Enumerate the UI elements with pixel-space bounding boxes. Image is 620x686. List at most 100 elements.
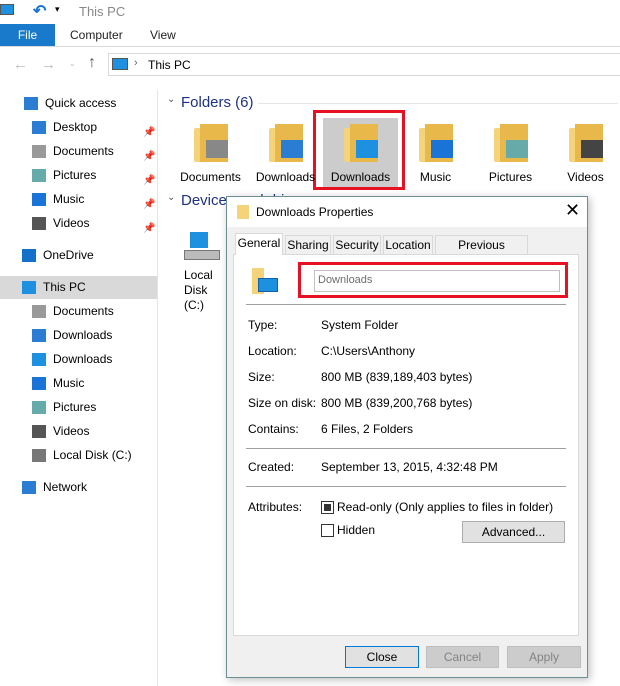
property-label: Size: — [248, 370, 275, 384]
computer-icon — [0, 4, 14, 15]
download-icon — [32, 329, 46, 342]
folder-label: Documents — [180, 170, 241, 184]
tab-previous-versions[interactable]: Previous Versions — [435, 235, 528, 271]
nav-item-label: Local Disk (C:) — [53, 448, 132, 462]
apply-button[interactable]: Apply — [507, 646, 581, 668]
nav-item-label: Pictures — [53, 168, 97, 182]
nav-item[interactable]: Quick access — [0, 92, 157, 115]
readonly-checkbox[interactable] — [321, 501, 334, 514]
nav-item-label: Downloads — [53, 352, 113, 366]
nav-item[interactable]: Downloads — [0, 348, 157, 371]
address-path: This PC — [148, 58, 191, 72]
nav-item-label: Videos — [53, 424, 90, 438]
nav-item[interactable]: Music — [0, 372, 157, 395]
navigation-pane[interactable]: Quick access Desktop 📌 Documents 📌 Pictures 📌 M… — [0, 90, 158, 686]
undo-icon[interactable]: ↶ — [33, 1, 46, 21]
cancel-button[interactable]: Cancel — [426, 646, 499, 668]
recent-dropdown[interactable]: ⌄ — [69, 59, 76, 68]
windows-logo-icon — [190, 232, 208, 248]
drive-icon — [32, 449, 46, 462]
documents-icon — [205, 140, 228, 158]
collapse-icon[interactable]: ⌄ — [167, 94, 175, 105]
folder-label: Videos — [567, 170, 604, 184]
property-label: Location: — [248, 344, 297, 358]
folder-item[interactable]: Pictures — [473, 118, 548, 184]
attributes-label: Attributes: — [248, 500, 303, 514]
dialog-title-bar: Downloads Properties ✕ — [227, 197, 587, 227]
property-value: C:\Users\Anthony — [321, 344, 416, 358]
folder-icon — [343, 124, 378, 162]
nav-item[interactable]: Documents 📌 — [0, 140, 157, 163]
documents-icon — [32, 305, 46, 318]
highlight-box — [298, 262, 568, 298]
folder-item[interactable]: Videos — [548, 118, 620, 184]
address-bar[interactable]: › This PC — [108, 53, 620, 76]
tab-file[interactable]: File — [0, 24, 55, 46]
folder-item[interactable]: Documents — [173, 118, 248, 184]
folder-icon — [268, 124, 303, 162]
properties-dialog: Downloads Properties ✕ General Sharing S… — [226, 196, 588, 678]
folder-label: Downloads — [330, 170, 391, 184]
nav-item-label: Music — [53, 192, 85, 206]
nav-item-label: Network — [43, 480, 88, 494]
property-value: 800 MB (839,189,403 bytes) — [321, 370, 473, 384]
nav-item-label: Downloads — [53, 328, 113, 342]
nav-item[interactable]: Desktop 📌 — [0, 116, 157, 139]
up-button[interactable]: ↑ — [88, 54, 96, 72]
chevron-right-icon: › — [134, 57, 138, 69]
collapse-icon[interactable]: ⌄ — [167, 192, 175, 203]
tab-computer[interactable]: Computer — [70, 24, 123, 46]
tab-general[interactable]: General — [235, 233, 283, 255]
separator — [246, 304, 566, 305]
nav-item[interactable]: Pictures — [0, 396, 157, 419]
tab-location[interactable]: Location — [383, 235, 433, 255]
nav-item[interactable]: Downloads — [0, 324, 157, 347]
tab-sharing[interactable]: Sharing — [285, 235, 331, 255]
tab-security[interactable]: Security — [333, 235, 381, 255]
dialog-title: Downloads Properties — [256, 205, 374, 219]
nav-item[interactable]: Videos 📌 — [0, 212, 157, 235]
download-icon — [280, 140, 303, 158]
quick-access-dropdown[interactable]: ▾ — [55, 4, 60, 15]
folder-item[interactable]: Music — [398, 118, 473, 184]
desktop-arrow-icon — [32, 121, 46, 134]
tab-view[interactable]: View — [150, 24, 176, 46]
general-panel: Downloads Type: System Folder Location: C:\… — [233, 254, 579, 636]
folder-item[interactable]: Downloads — [323, 118, 398, 184]
folder-icon — [493, 124, 528, 162]
nav-item-label: Pictures — [53, 400, 97, 414]
nav-item[interactable]: Videos — [0, 420, 157, 443]
videos-icon — [32, 217, 46, 230]
window-title: This PC — [79, 4, 126, 19]
folder-icon — [418, 124, 453, 162]
star-icon — [24, 97, 38, 110]
nav-item[interactable]: Pictures 📌 — [0, 164, 157, 187]
videos-icon — [580, 140, 603, 158]
desktop-icon — [258, 278, 278, 292]
folder-item[interactable]: Downloads — [248, 118, 323, 184]
drive-icon — [184, 250, 220, 260]
ribbon-divider — [0, 46, 620, 47]
nav-item[interactable]: Network — [0, 476, 157, 499]
created-label: Created: — [248, 460, 295, 474]
title-bar: ↶ ▾ This PC — [0, 0, 620, 22]
nav-item[interactable]: Documents — [0, 300, 157, 323]
nav-item[interactable]: OneDrive — [0, 244, 157, 267]
nav-item[interactable]: Music 📌 — [0, 188, 157, 211]
forward-button[interactable]: → — [41, 56, 56, 73]
nav-item[interactable]: Local Disk (C:) — [0, 444, 157, 467]
documents-icon — [32, 145, 46, 158]
close-icon[interactable]: ✕ — [565, 200, 580, 221]
advanced-button[interactable]: Advanced... — [462, 521, 565, 543]
hidden-checkbox[interactable] — [321, 524, 334, 537]
folder-icon — [193, 124, 228, 162]
pin-icon[interactable]: 📌 — [143, 217, 155, 240]
computer-icon — [22, 281, 36, 294]
nav-item[interactable]: This PC — [0, 276, 157, 299]
music-icon — [32, 193, 46, 206]
property-value: System Folder — [321, 318, 399, 332]
pictures-icon — [32, 401, 46, 414]
folder-icon — [568, 124, 603, 162]
close-button[interactable]: Close — [345, 646, 419, 668]
back-button[interactable]: ← — [13, 56, 28, 73]
